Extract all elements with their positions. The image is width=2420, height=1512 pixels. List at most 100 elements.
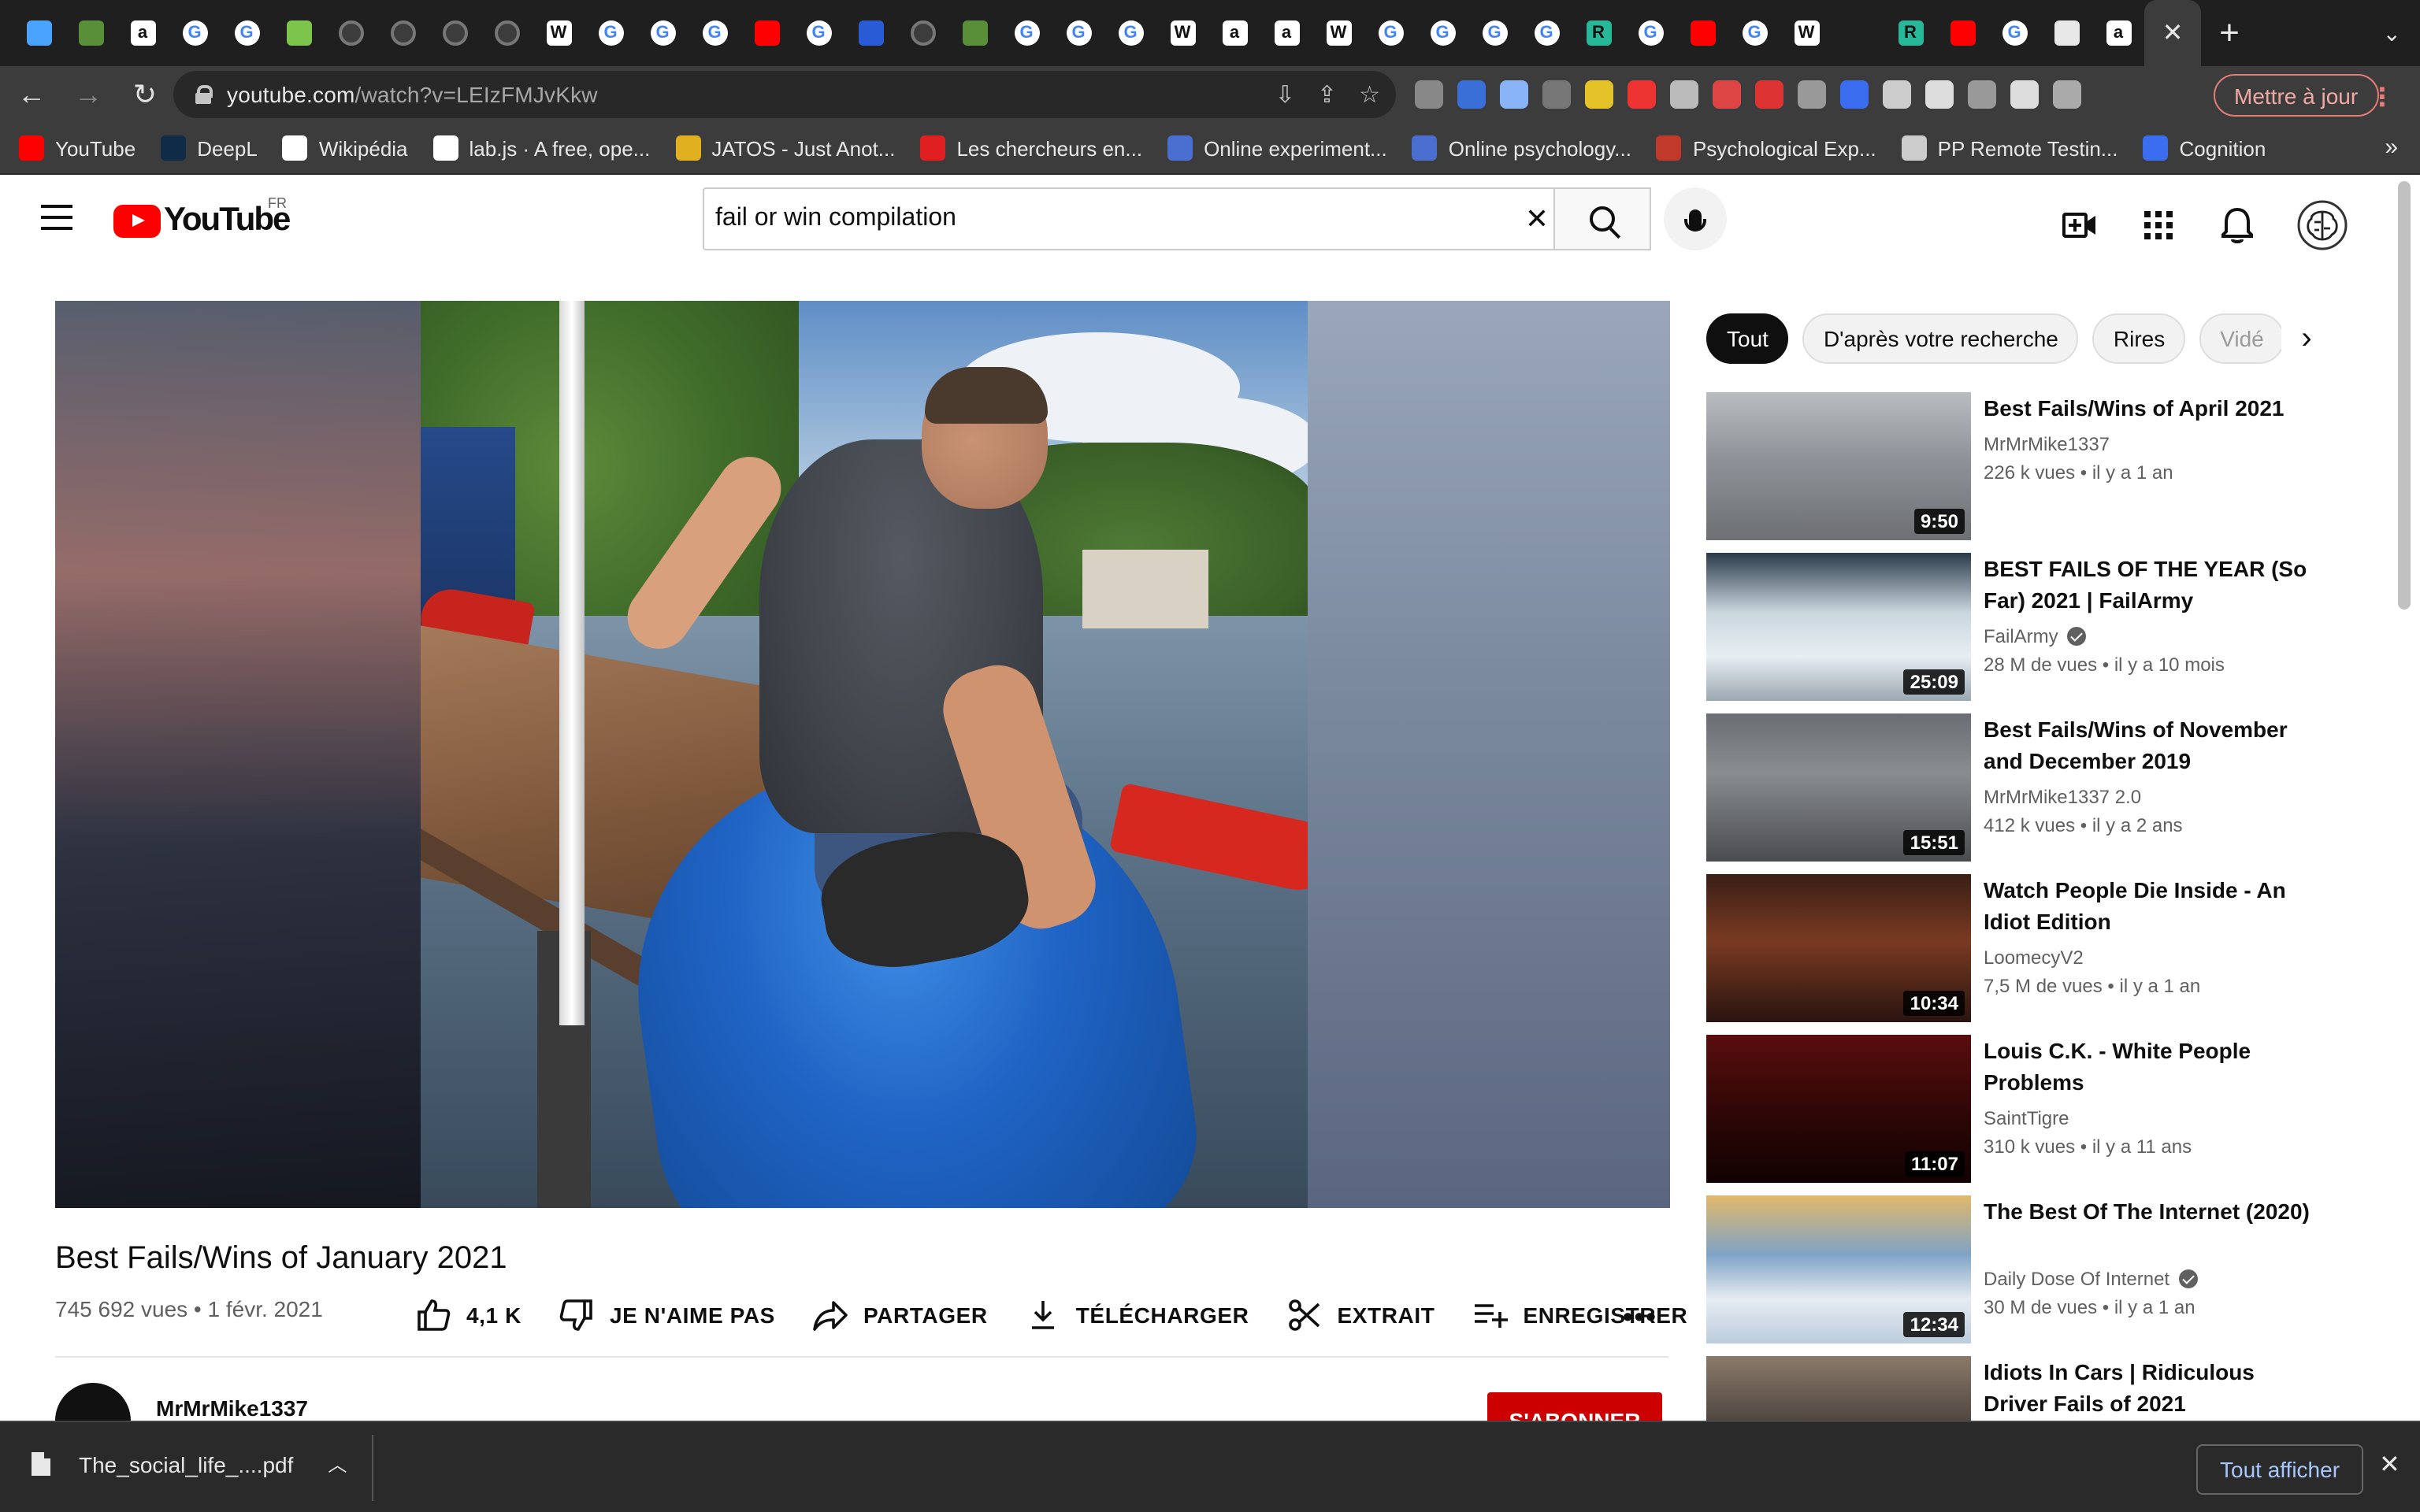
browser-tab[interactable]: W — [1156, 0, 1208, 66]
color-palette-icon[interactable] — [1585, 80, 1613, 109]
browser-tab[interactable] — [429, 0, 481, 66]
recommended-video-title[interactable]: Best Fails/Wins of April 2021 — [1984, 392, 2314, 424]
book-icon[interactable] — [1670, 80, 1698, 109]
new-tab-button[interactable]: + — [2201, 0, 2258, 66]
brain-icon[interactable] — [2053, 80, 2081, 109]
browser-tab[interactable]: R — [1884, 0, 1936, 66]
recommended-video[interactable]: 15:51 Best Fails/Wins of November and Dec… — [1706, 713, 2368, 862]
browser-tab[interactable] — [13, 0, 65, 66]
browser-tab[interactable]: G — [1468, 0, 1520, 66]
chevron-right-icon[interactable]: › — [2281, 313, 2332, 364]
create-video-icon[interactable] — [2061, 206, 2099, 244]
eye-icon[interactable] — [1628, 80, 1656, 109]
download-button[interactable]: TÉLÉCHARGER — [1026, 1298, 1249, 1332]
video-thumbnail[interactable]: 11:07 — [1706, 1035, 1971, 1183]
like-button[interactable]: 4,1 K — [416, 1298, 521, 1332]
account-avatar-brain-icon[interactable] — [2297, 200, 2348, 250]
browser-tab[interactable] — [65, 0, 117, 66]
install-icon[interactable]: ⇩ — [1275, 80, 1295, 109]
browser-tab[interactable]: G — [1624, 0, 1676, 66]
bookmark-item[interactable]: Wikipédia — [282, 135, 408, 161]
recommended-video-title[interactable]: The Best Of The Internet (2020) — [1984, 1195, 2314, 1227]
url-text[interactable]: youtube.com/watch?v=LEIzFMJvKkw — [227, 82, 598, 107]
bookmark-item[interactable]: JATOS - Just Anot... — [675, 135, 895, 161]
browser-tab[interactable]: G — [585, 0, 637, 66]
browser-tab[interactable] — [844, 0, 896, 66]
browser-tab[interactable] — [273, 0, 325, 66]
video-thumbnail[interactable]: 9:50 — [1706, 392, 1971, 540]
browser-tab[interactable]: G — [689, 0, 740, 66]
browser-tab[interactable]: G — [1052, 0, 1104, 66]
recorder-icon[interactable] — [1883, 80, 1911, 109]
bookmark-item[interactable]: YouTube — [19, 135, 135, 161]
recommended-channel[interactable]: MrMrMike1337 2.0 — [1984, 786, 2141, 808]
browser-tab[interactable] — [740, 0, 792, 66]
video-thumbnail[interactable]: 10:34 — [1706, 874, 1971, 1022]
recommended-channel[interactable]: SaintTigre — [1984, 1107, 2069, 1129]
notifications-bell-icon[interactable] — [2218, 206, 2256, 244]
forward-button[interactable]: → — [63, 69, 113, 120]
browser-tab[interactable]: G — [792, 0, 844, 66]
bookmark-item[interactable]: Online psychology... — [1412, 135, 1631, 161]
chevron-up-icon[interactable]: ︿ — [328, 1451, 347, 1477]
recommended-video-title[interactable]: Idiots In Cars | Ridiculous Driver Fails… — [1984, 1356, 2314, 1419]
video-thumbnail[interactable]: 15:51 — [1706, 713, 1971, 862]
browser-tab[interactable] — [481, 0, 533, 66]
browser-tab[interactable]: a — [1260, 0, 1312, 66]
browser-tab[interactable]: W — [1312, 0, 1364, 66]
video-player[interactable] — [55, 301, 1670, 1208]
browser-tab[interactable]: G — [1728, 0, 1780, 66]
bookmark-item[interactable]: lab.js · A free, ope... — [432, 135, 650, 161]
browser-tab[interactable]: W — [1780, 0, 1832, 66]
browser-tab[interactable]: G — [1988, 0, 2040, 66]
browser-tab[interactable]: W — [533, 0, 585, 66]
filter-chip[interactable]: D'après votre recherche — [1802, 313, 2079, 364]
browser-tab[interactable] — [325, 0, 377, 66]
browser-tab[interactable] — [2040, 0, 2092, 66]
recommended-video-title[interactable]: Louis C.K. - White People Problems — [1984, 1035, 2314, 1098]
recommended-video[interactable]: 9:50 Best Fails/Wins of April 2021 MrMrMik… — [1706, 392, 2368, 540]
share-button[interactable]: PARTAGER — [813, 1298, 988, 1332]
adblock-icon[interactable] — [1755, 80, 1783, 109]
reload-button[interactable]: ↻ — [120, 69, 170, 120]
browser-tab[interactable]: G — [169, 0, 221, 66]
filter-chip[interactable]: Tout — [1706, 313, 1789, 364]
clip-button[interactable]: EXTRAIT — [1286, 1298, 1435, 1332]
recommended-video-title[interactable]: BEST FAILS OF THE YEAR (So Far) 2021 | F… — [1984, 553, 2314, 616]
back-button[interactable]: ← — [6, 69, 57, 120]
filter-chip[interactable]: Rires — [2092, 313, 2186, 364]
youtube-logo[interactable]: YouTube FR — [113, 195, 291, 239]
close-tab-icon[interactable]: ✕ — [2162, 17, 2184, 49]
tab-search-icon[interactable]: ⌄ — [2383, 20, 2401, 47]
browser-menu-icon[interactable]: ⋮ — [2370, 82, 2395, 113]
recommended-video[interactable]: 10:34 Watch People Die Inside - An Idiot … — [1706, 874, 2368, 1022]
show-all-downloads-button[interactable]: Tout afficher — [2196, 1444, 2364, 1495]
video-thumbnail[interactable]: 25:09 — [1706, 553, 1971, 701]
browser-tab[interactable]: R — [1572, 0, 1624, 66]
rocket-icon[interactable] — [1542, 80, 1571, 109]
bookmark-item[interactable]: Les chercheurs en... — [920, 135, 1142, 161]
recommended-video[interactable]: 12:34 The Best Of The Internet (2020) Dail… — [1706, 1195, 2368, 1343]
bookmark-item[interactable]: PP Remote Testin... — [1901, 135, 2118, 161]
recommended-channel[interactable]: MrMrMike1337 — [1984, 433, 2110, 455]
page-scrollbar[interactable] — [2398, 181, 2411, 610]
recommended-channel[interactable]: LoomecyV2 — [1984, 947, 2084, 969]
search-input[interactable]: fail or win compilation ✕ — [703, 187, 1569, 250]
browser-tab[interactable]: G — [1000, 0, 1052, 66]
ghost-icon[interactable] — [1798, 80, 1826, 109]
browser-tab[interactable]: a — [117, 0, 169, 66]
active-browser-tab[interactable]: ✕ — [2144, 0, 2201, 66]
browser-tab[interactable] — [896, 0, 948, 66]
close-download-bar-icon[interactable]: ✕ — [2379, 1449, 2400, 1480]
browser-tab[interactable]: G — [221, 0, 273, 66]
download-item[interactable]: The_social_life_....pdf ︿ — [32, 1451, 347, 1477]
menu-icon[interactable] — [41, 205, 72, 230]
media-icon[interactable] — [1968, 80, 1996, 109]
browser-tab[interactable] — [1676, 0, 1728, 66]
browser-tab[interactable] — [377, 0, 429, 66]
bookmark-item[interactable]: Online experiment... — [1167, 135, 1387, 161]
browser-tab[interactable]: a — [1208, 0, 1260, 66]
address-bar[interactable]: youtube.com/watch?v=LEIzFMJvKkw ⇩ ⇪ ☆ — [173, 71, 1396, 118]
recommended-channel[interactable]: FailArmy — [1984, 625, 2087, 647]
browser-tab[interactable]: G — [1520, 0, 1572, 66]
